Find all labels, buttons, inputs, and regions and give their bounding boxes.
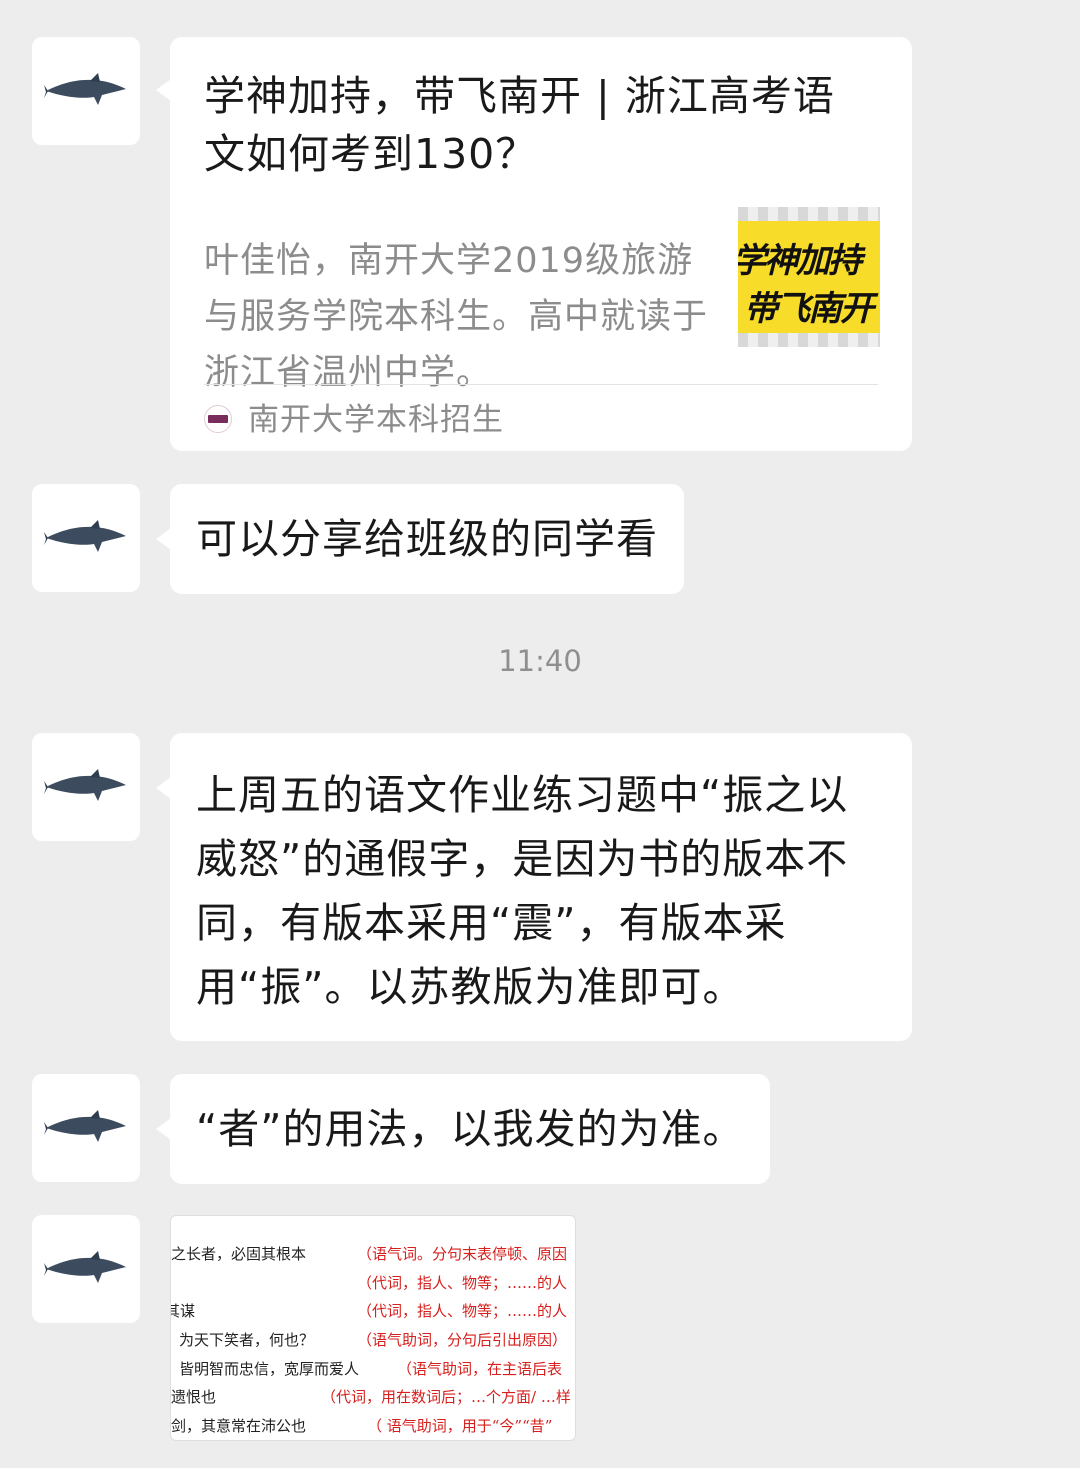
chat-timestamp: 11:40 [498,644,582,678]
text-message[interactable]: 上周五的语文作业练习题中“振之以威怒”的通假字，是因为书的版本不同，有版本采用“… [156,733,912,1041]
article-thumbnail: 学神加持 带飞南开 [738,207,880,347]
message-text: “者”的用法，以我发的为准。 [196,1105,745,1153]
dolphin-avatar-icon [44,73,126,105]
image-right-text: （ 语气助词，用于“今”“昔” [367,1417,553,1435]
article-source[interactable]: 南开大学本科招生 [248,399,504,441]
image-left-text: 剑，其意常在沛公也 [171,1417,307,1435]
bubble-tail [156,79,171,101]
sender-avatar[interactable] [32,37,140,145]
image-right-text: （语气助词，在主语后表 [397,1360,563,1378]
thumbnail-text-2: 带飞南开 [744,289,874,329]
bubble-tail [156,1118,171,1140]
dolphin-avatar-icon [44,1251,126,1283]
thumbnail-text-1: 学神加持 [738,241,862,281]
image-right-text: （代词，指人、物等；……的人 [357,1302,568,1320]
message-text: 上周五的语文作业练习题中“振之以威怒”的通假字，是因为书的版本不同，有版本采用“… [196,771,849,1011]
bubble-tail [156,528,171,550]
image-left-text: 之长者，必固其根本 [171,1245,307,1263]
image-left-text: 遗恨也 [171,1388,217,1406]
image-right-text: （语气词。分句末表停顿、原因 [357,1245,568,1263]
text-message[interactable]: 可以分享给班级的同学看 [156,484,684,594]
sender-avatar[interactable] [32,733,140,841]
dolphin-avatar-icon [44,520,126,552]
image-message[interactable]: 之长者，必固其根本 （语气词。分句末表停顿、原因 （代词，指人、物等；……的人 … [170,1215,576,1441]
image-right-text: （语气助词，分句后引出原因） [357,1331,568,1349]
nankai-logo-icon [204,405,232,433]
dolphin-avatar-icon [44,1110,126,1142]
image-left-text: 其谋 [171,1302,196,1320]
sender-avatar[interactable] [32,1074,140,1182]
message-text: 可以分享给班级的同学看 [196,515,658,563]
image-right-text: （代词，用在数词后；…个方面/ …样 [321,1388,571,1406]
article-card[interactable]: 学神加持，带飞南开 | 浙江高考语文如何考到130？ 叶佳怡，南开大学2019级… [156,37,912,451]
image-left-text: 皆明智而忠信，宽厚而爱人 [179,1360,360,1378]
article-title[interactable]: 学神加持，带飞南开 | 浙江高考语文如何考到130？ [204,67,864,183]
sender-avatar[interactable] [32,484,140,592]
bubble-tail [156,777,171,799]
card-divider [204,384,878,385]
image-right-text: （代词，指人、物等；……的人 [357,1274,568,1292]
article-description: 叶佳怡，南开大学2019级旅游与服务学院本科生。高中就读于浙江省温州中学。 [204,241,709,393]
image-left-text: 为天下笑者，何也？ [179,1331,315,1349]
dolphin-avatar-icon [44,769,126,801]
sender-avatar[interactable] [32,1215,140,1323]
text-message[interactable]: “者”的用法，以我发的为准。 [156,1074,771,1184]
